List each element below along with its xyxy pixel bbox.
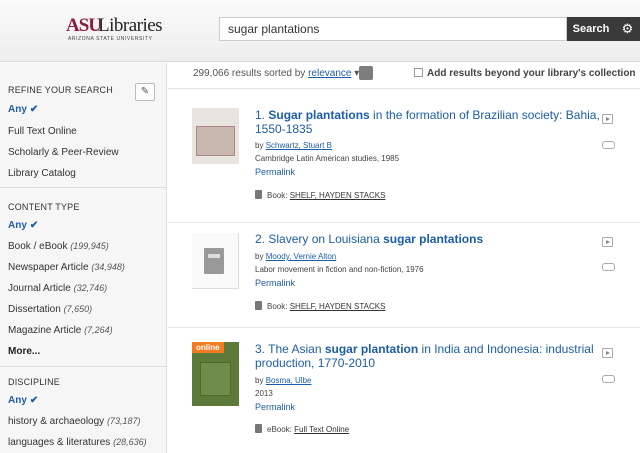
content-type-newspaper[interactable]: Newspaper Article (34,948) [8, 262, 125, 273]
author-link[interactable]: Schwartz, Stuart B [266, 141, 332, 150]
preview-icon[interactable] [602, 237, 613, 247]
results-bar: 299,066 results sorted by relevance ▾ Ad… [168, 63, 640, 89]
permalink-link[interactable]: Permalink [255, 167, 295, 177]
header: ASU Libraries ARIZONA STATE UNIVERSITY S… [0, 0, 640, 62]
author-link[interactable]: Bosma, Ulbe [266, 376, 312, 385]
author-link[interactable]: Moody, Vernie Alton [266, 252, 337, 261]
holding-info: Book: SHELF, HAYDEN STACKS [255, 190, 385, 200]
discipline-languages[interactable]: languages & literatures (28,636) [8, 437, 147, 448]
holding-location-link[interactable]: SHELF, HAYDEN STACKS [290, 302, 386, 311]
results-count: 299,066 results sorted by relevance ▾ [193, 68, 360, 79]
refine-item-scholarly[interactable]: Scholarly & Peer-Review [8, 147, 119, 158]
result-item: online 3. The Asian sugar plantation in … [168, 338, 640, 453]
content-type-any[interactable]: Any ✔ [8, 220, 38, 231]
result-meta: Cambridge Latin American studies, 1985 [255, 154, 400, 163]
add-results-checkbox[interactable]: Add results beyond your library's collec… [414, 68, 636, 79]
logo-subtitle: ARIZONA STATE UNIVERSITY [68, 36, 153, 42]
checkmark-icon: ✔ [29, 104, 39, 115]
result-divider [168, 327, 640, 328]
preview-icon[interactable] [602, 348, 613, 358]
refine-item-any[interactable]: Any ✔ [8, 104, 38, 115]
result-meta: 2013 [255, 389, 273, 398]
search-input[interactable] [219, 17, 567, 41]
refine-item-catalog[interactable]: Library Catalog [8, 168, 76, 179]
save-item-icon[interactable] [602, 141, 615, 149]
content-type-more-link[interactable]: More... [8, 346, 40, 357]
checkmark-icon: ✔ [29, 395, 39, 406]
content-type-magazine[interactable]: Magazine Article (7,264) [8, 325, 113, 336]
book-cover-thumbnail[interactable] [192, 108, 239, 164]
result-item: 2. Slavery on Louisiana sugar plantation… [168, 228, 640, 328]
content-type-dissertation[interactable]: Dissertation (7,650) [8, 304, 92, 315]
result-title-link[interactable]: 1. Sugar plantations in the formation of… [255, 108, 605, 136]
holding-location-link[interactable]: SHELF, HAYDEN STACKS [290, 191, 386, 200]
discipline-any[interactable]: Any ✔ [8, 395, 38, 406]
refine-item-full-text[interactable]: Full Text Online [8, 126, 77, 137]
checkbox-icon[interactable] [414, 68, 423, 77]
holding-info: eBook: Full Text Online [255, 424, 349, 434]
search-button[interactable]: Search [567, 17, 615, 41]
preview-icon[interactable] [602, 114, 613, 124]
book-icon [255, 301, 262, 310]
logo-libraries-text: Libraries [98, 15, 163, 36]
book-placeholder-thumbnail[interactable] [192, 233, 239, 289]
rss-icon[interactable] [359, 66, 373, 80]
sidebar: REFINE YOUR SEARCH ✎ Any ✔ Full Text Onli… [0, 63, 167, 453]
book-icon [255, 190, 262, 199]
sort-dropdown[interactable]: relevance [308, 68, 351, 79]
pencil-icon[interactable]: ✎ [135, 83, 155, 101]
sidebar-divider [0, 187, 167, 188]
content-type-heading: CONTENT TYPE [8, 202, 80, 212]
logo-asu-text: ASU [66, 15, 102, 36]
refine-heading: REFINE YOUR SEARCH [8, 85, 113, 95]
content-type-book[interactable]: Book / eBook (199,945) [8, 241, 109, 252]
result-item: 1. Sugar plantations in the formation of… [168, 100, 640, 220]
save-item-icon[interactable] [602, 263, 615, 271]
result-byline: by Bosma, Ulbe [255, 376, 312, 385]
holding-info: Book: SHELF, HAYDEN STACKS [255, 301, 385, 311]
book-icon [204, 248, 224, 274]
online-badge: online [192, 342, 224, 353]
sidebar-divider [0, 366, 167, 367]
discipline-history[interactable]: history & archaeology (73,187) [8, 416, 140, 427]
checkmark-icon: ✔ [29, 220, 39, 231]
result-meta: Labor movement in fiction and non-fictio… [255, 265, 424, 274]
gear-icon[interactable]: ⚙ [615, 17, 640, 41]
content-type-journal[interactable]: Journal Article (32,746) [8, 283, 107, 294]
cover-image [196, 126, 235, 156]
save-item-icon[interactable] [602, 375, 615, 383]
permalink-link[interactable]: Permalink [255, 278, 295, 288]
result-byline: by Moody, Vernie Alton [255, 252, 337, 261]
book-cover-thumbnail[interactable]: online [192, 342, 239, 406]
holding-location-link[interactable]: Full Text Online [294, 425, 349, 434]
result-title-link[interactable]: 3. The Asian sugar plantation in India a… [255, 342, 605, 370]
discipline-heading: DISCIPLINE [8, 377, 61, 387]
result-byline: by Schwartz, Stuart B [255, 141, 332, 150]
result-title-link[interactable]: 2. Slavery on Louisiana sugar plantation… [255, 232, 605, 246]
result-divider [168, 222, 640, 223]
cover-image [200, 362, 231, 396]
ebook-icon [255, 424, 262, 433]
permalink-link[interactable]: Permalink [255, 402, 295, 412]
